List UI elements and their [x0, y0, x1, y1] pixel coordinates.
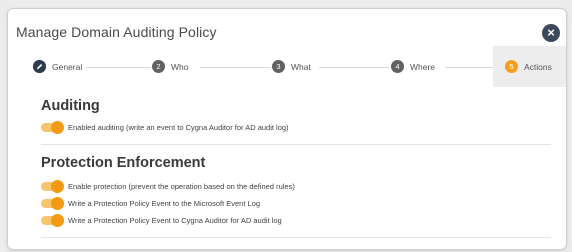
step-label: Who — [171, 61, 189, 72]
toggle-knob — [51, 214, 64, 227]
step-number: 4 — [391, 60, 404, 73]
toggle-label: Enable protection (prevent the operation… — [68, 182, 295, 191]
step-connector — [86, 67, 151, 68]
toggle-label: Write a Protection Policy Event to Cygna… — [68, 216, 282, 225]
wizard-stepper: General 2 Who 3 What 4 Where 5 Actions — [8, 46, 566, 87]
step-connector — [319, 67, 389, 68]
toggle-knob — [51, 180, 64, 193]
enable-protection-toggle[interactable] — [41, 180, 64, 193]
step-label: What — [291, 61, 311, 72]
step-label: Where — [410, 61, 436, 72]
close-button[interactable]: × — [542, 24, 560, 42]
section-divider — [41, 237, 551, 238]
step-connector — [200, 67, 270, 68]
step-actions[interactable]: 5 Actions — [493, 46, 566, 87]
toggle-knob — [51, 197, 64, 210]
toggle-row-enable-auditing: Enabled auditing (write an event to Cygn… — [41, 121, 289, 134]
step-number: 2 — [152, 60, 165, 73]
protection-section-title: Protection Enforcement — [41, 155, 206, 171]
step-number: 3 — [272, 60, 285, 73]
close-icon: × — [547, 25, 555, 40]
step-connector — [445, 67, 493, 68]
toggle-label: Write a Protection Policy Event to the M… — [68, 199, 261, 208]
toggle-row-cygna-log: Write a Protection Policy Event to Cygna… — [41, 214, 282, 227]
step-label: Actions — [524, 61, 552, 72]
manage-policy-dialog: Manage Domain Auditing Policy × General … — [7, 8, 567, 250]
auditing-section-title: Auditing — [41, 98, 100, 114]
step-who[interactable]: 2 Who — [152, 46, 188, 87]
toggle-row-enable-protection: Enable protection (prevent the operation… — [41, 180, 295, 193]
step-general[interactable]: General — [33, 46, 82, 87]
step-where[interactable]: 4 Where — [391, 46, 435, 87]
enable-auditing-toggle[interactable] — [41, 121, 64, 134]
section-divider — [41, 144, 551, 145]
cygna-log-toggle[interactable] — [41, 214, 64, 227]
step-number: 5 — [505, 60, 518, 73]
step-what[interactable]: 3 What — [272, 46, 311, 87]
toggle-knob — [51, 121, 64, 134]
toggle-row-event-log: Write a Protection Policy Event to the M… — [41, 197, 261, 210]
step-label: General — [52, 61, 83, 72]
toggle-label: Enabled auditing (write an event to Cygn… — [68, 123, 289, 132]
dialog-title: Manage Domain Auditing Policy — [16, 24, 217, 40]
pencil-icon — [33, 60, 46, 73]
event-log-toggle[interactable] — [41, 197, 64, 210]
